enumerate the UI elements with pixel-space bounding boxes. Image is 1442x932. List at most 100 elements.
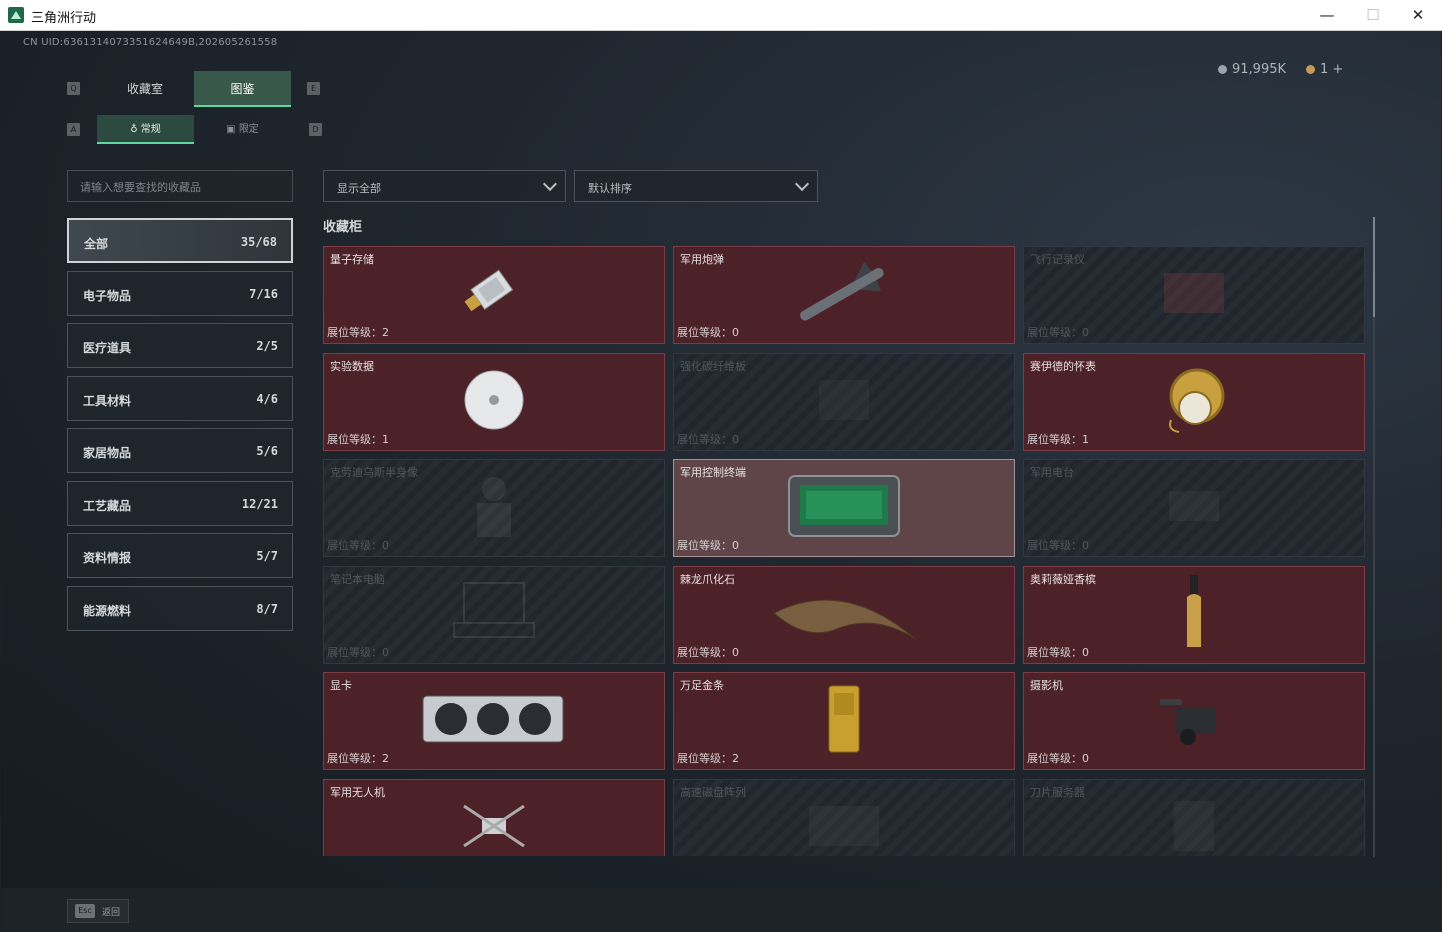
collection-card[interactable]: 摄影机 展位等级：0: [1023, 672, 1365, 770]
item-name: 显卡: [330, 679, 352, 692]
level-label: 展位等级：: [1027, 326, 1082, 339]
claw-fossil-icon: [769, 583, 919, 647]
collection-grid: 量子存储 展位等级：2 军用炮弹 展位等级：0 飞行记录仪 展位等级：0 实验数据 展位等级：…: [323, 246, 1365, 856]
category-6[interactable]: 资料情报 5/7: [67, 533, 293, 578]
category-count: 5/7: [256, 549, 278, 563]
level-label: 展位等级：: [1027, 752, 1082, 765]
item-name: 军用电台: [1030, 466, 1074, 479]
chevron-down-icon: [794, 176, 810, 192]
item-level: 展位等级：2: [327, 750, 389, 766]
category-4[interactable]: 家居物品 5/6: [67, 428, 293, 473]
item-level: 展位等级：0: [677, 537, 739, 553]
collection-card[interactable]: 克劳迪乌斯半身像 展位等级：0: [323, 459, 665, 557]
level-label: 展位等级：: [327, 326, 382, 339]
disc-icon: [461, 369, 527, 435]
collection-card[interactable]: 军用控制终端 展位等级：0: [673, 459, 1015, 557]
level-value: 0: [1082, 326, 1089, 339]
item-name: 克劳迪乌斯半身像: [330, 466, 418, 479]
category-count: 8/7: [256, 601, 278, 616]
item-level: 展位等级：2: [677, 750, 739, 766]
item-level: 展位等级：0: [327, 537, 389, 553]
sort-dropdown[interactable]: 默认排序: [574, 170, 818, 202]
category-count: 7/16: [249, 286, 278, 301]
regular-icon: ♁: [130, 124, 141, 135]
level-value: 1: [1082, 432, 1089, 446]
category-name: 能源燃料: [83, 603, 132, 618]
subtab-limited[interactable]: ▣ 限定: [194, 115, 291, 144]
coin-icon: [1306, 65, 1315, 74]
collection-card[interactable]: 棘龙爪化石 展位等级：0: [673, 565, 1015, 664]
collection-card[interactable]: 显卡展位等级：2: [323, 672, 665, 770]
level-label: 展位等级：: [327, 539, 382, 552]
maximize-button[interactable]: ☐: [1350, 0, 1396, 31]
item-name: 笔记本电脑: [330, 572, 385, 586]
player-uid: CN UID:6361314073351624649B,202605261558: [23, 37, 278, 48]
premium-currency: 1 +: [1306, 62, 1343, 77]
subtab-regular[interactable]: ♁ 常规: [97, 115, 194, 144]
collection-card[interactable]: 强化碳纤维板 展位等级：0: [673, 352, 1015, 451]
category-5[interactable]: 工艺藏品 12/21: [67, 480, 293, 526]
item-name: 刀片服务器: [1030, 785, 1085, 799]
minimize-button[interactable]: —: [1304, 0, 1350, 31]
level-label: 展位等级：: [327, 752, 382, 765]
add-currency-button[interactable]: +: [1332, 62, 1343, 77]
category-name: 全部: [84, 237, 109, 251]
item-level: 展位等级：0: [1027, 324, 1089, 340]
coin-amount: 1: [1320, 62, 1329, 77]
category-count: 12/21: [241, 496, 278, 511]
tab-codex[interactable]: 图鉴: [194, 71, 291, 107]
radio-icon: [1164, 481, 1224, 535]
category-name: 工艺藏品: [83, 498, 132, 513]
tab-collection-room[interactable]: 收藏室: [96, 71, 194, 107]
search-input[interactable]: 请输入想要查找的收藏品: [67, 170, 293, 202]
item-level: 展位等级：0: [677, 324, 739, 340]
level-value: 2: [382, 752, 389, 765]
collection-card[interactable]: 飞行记录仪 展位等级：0: [1023, 246, 1365, 344]
level-value: 0: [382, 645, 389, 659]
collection-card[interactable]: 军用无人机: [323, 778, 665, 856]
level-value: 0: [732, 539, 739, 552]
item-level: 展位等级：0: [677, 644, 739, 660]
back-label: 返回: [102, 908, 121, 918]
laptop-icon: [449, 578, 539, 652]
level-label: 展位等级：: [1027, 645, 1082, 659]
level-value: 0: [732, 326, 739, 339]
category-1[interactable]: 电子物品 7/16: [67, 270, 293, 316]
level-label: 展位等级：: [677, 326, 732, 339]
collection-card[interactable]: 量子存储 展位等级：2: [323, 246, 665, 344]
collection-card[interactable]: 奥莉薇娅香槟 展位等级：0: [1023, 565, 1365, 664]
window-title: 三角洲行动: [31, 11, 97, 26]
grid-scrollbar[interactable]: [1373, 217, 1375, 857]
item-level: 展位等级：0: [677, 431, 739, 447]
item-level: 展位等级：0: [327, 644, 389, 660]
collection-card[interactable]: 笔记本电脑展位等级：0: [323, 565, 665, 664]
category-0[interactable]: 全部 35/68: [67, 218, 293, 263]
category-3[interactable]: 工具材料 4/6: [67, 375, 293, 421]
back-button[interactable]: Esc 返回: [67, 899, 129, 923]
bust-icon: [469, 471, 519, 545]
collection-card[interactable]: 万足金条 展位等级：2: [673, 672, 1015, 770]
item-name: 奥莉薇娅香槟: [1030, 572, 1096, 586]
level-value: 2: [382, 326, 389, 339]
collection-card[interactable]: 高速磁盘阵列: [673, 778, 1015, 856]
collection-card[interactable]: 军用炮弹展位等级：0: [673, 246, 1015, 344]
item-name: 军用炮弹: [680, 253, 724, 266]
level-label: 展位等级：: [327, 645, 382, 659]
collection-card[interactable]: 赛伊德的怀表 展位等级：1: [1023, 352, 1365, 451]
item-level: 展位等级：0: [1027, 750, 1089, 766]
flight-recorder-icon: [1159, 268, 1229, 322]
filter-dropdown[interactable]: 显示全部: [323, 170, 566, 202]
close-button[interactable]: ✕: [1395, 0, 1441, 31]
collection-card[interactable]: 军用电台 展位等级：0: [1023, 459, 1365, 557]
item-name: 赛伊德的怀表: [1030, 359, 1096, 373]
collection-card[interactable]: 刀片服务器: [1023, 778, 1365, 856]
collection-card[interactable]: 实验数据 展位等级：1: [323, 352, 665, 451]
key-hint-q: Q: [67, 82, 80, 95]
item-name: 实验数据: [330, 359, 374, 373]
category-2[interactable]: 医疗道具 2/5: [67, 323, 293, 368]
disk-array-icon: [804, 801, 884, 855]
scrollbar-thumb[interactable]: [1373, 217, 1375, 317]
category-7[interactable]: 能源燃料 8/7: [67, 585, 293, 631]
item-name: 军用无人机: [330, 785, 385, 799]
terminal-icon: [784, 471, 904, 545]
